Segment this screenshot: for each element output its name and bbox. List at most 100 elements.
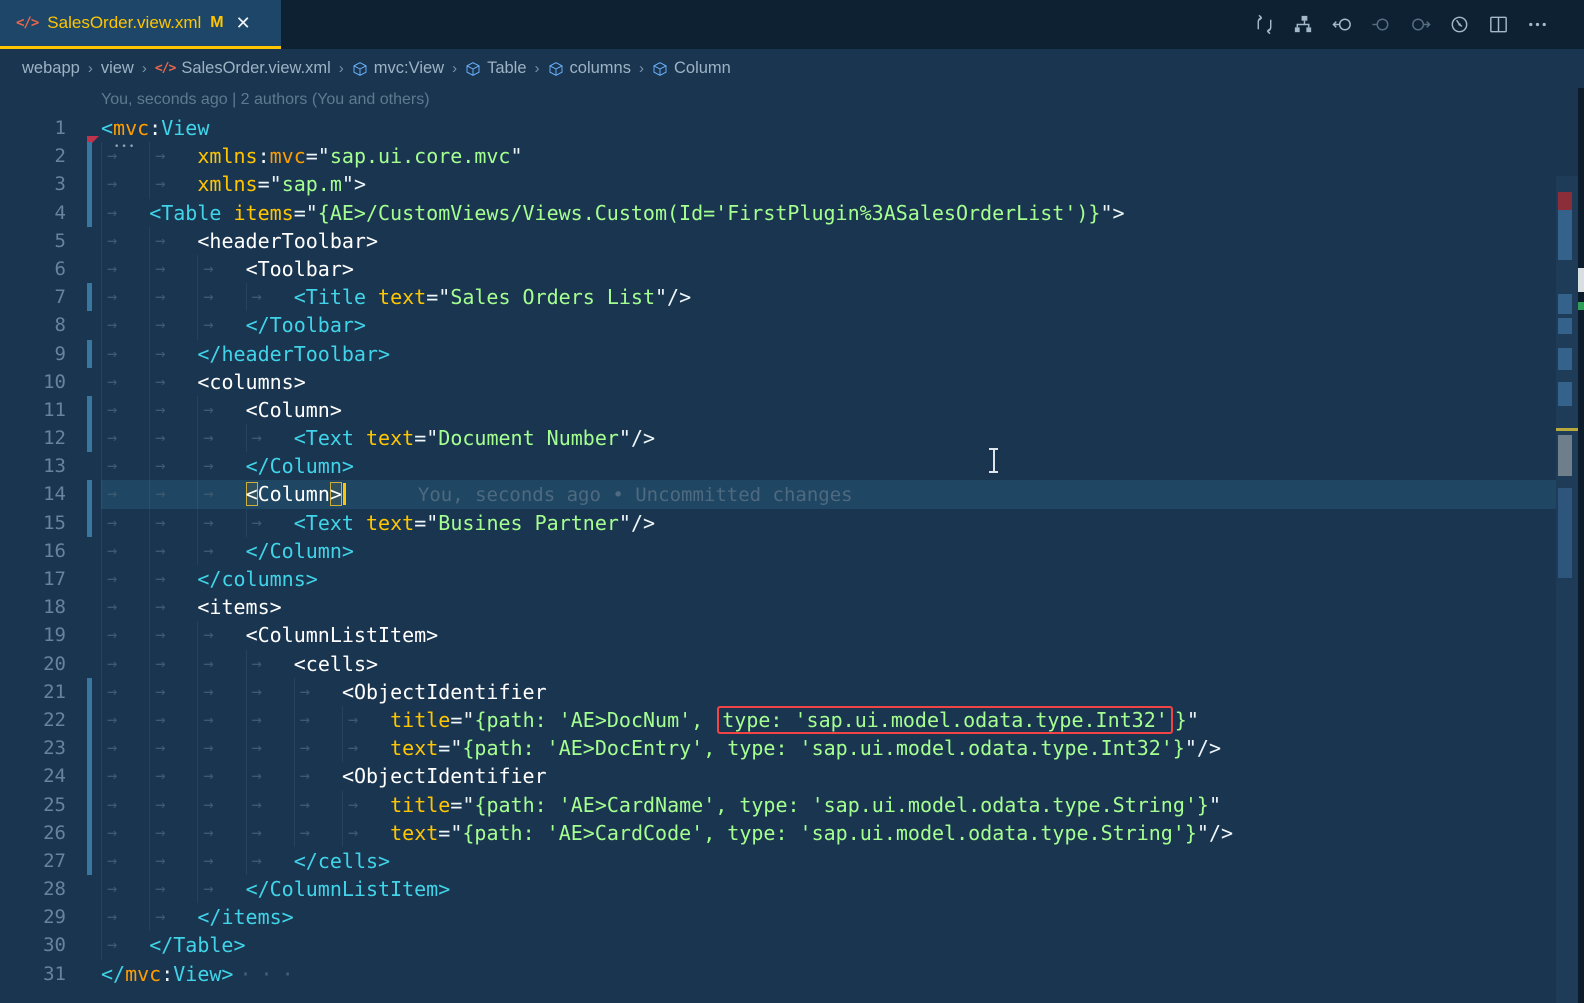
scrollbar-overview-ruler[interactable] <box>1556 176 1578 1003</box>
line-number[interactable]: 11 <box>43 396 66 424</box>
code-line[interactable]: 15 →→→→<Text text="Busines Partner"/> <box>0 509 1556 537</box>
line-number[interactable]: 12 <box>43 424 66 452</box>
more-actions-icon[interactable] <box>1525 12 1550 37</box>
code-content[interactable]: →→→→→<ObjectIdentifier <box>101 678 1556 706</box>
code-line[interactable]: 17→→</columns> <box>0 565 1556 593</box>
code-content[interactable]: </mvc:View>··· <box>101 960 1556 988</box>
code-content[interactable]: →→→</Toolbar> <box>101 311 1556 339</box>
line-number[interactable]: 8 <box>55 311 66 339</box>
line-number[interactable]: 16 <box>43 537 66 565</box>
breadcrumb-item-view[interactable]: view <box>101 59 134 78</box>
previous-change-icon[interactable] <box>1330 12 1355 37</box>
code-content[interactable]: →→→→→→title="{path: 'AE>DocNum', type: '… <box>101 706 1556 734</box>
code-line[interactable]: 4 →<Table items="{AE>/CustomViews/Views.C… <box>0 199 1556 227</box>
code-line[interactable]: 10→→<columns> <box>0 368 1556 396</box>
line-number[interactable]: 22 <box>43 706 66 734</box>
breadcrumb-item-table[interactable]: Table <box>465 59 526 78</box>
code-content[interactable]: →→→→→→text="{path: 'AE>DocEntry', type: … <box>101 734 1556 762</box>
code-line[interactable]: 13 →→→</Column> <box>0 452 1556 480</box>
line-number[interactable]: 28 <box>43 875 66 903</box>
commit-graph-icon[interactable] <box>1291 12 1316 37</box>
breadcrumb-item-columns[interactable]: columns <box>548 59 631 78</box>
file-history-icon[interactable] <box>1447 12 1472 37</box>
code-line[interactable]: 1 <mvc:View••• <box>0 114 1556 142</box>
code-content[interactable]: →→→</ColumnListItem> <box>101 875 1556 903</box>
codelens-blame[interactable]: You, seconds ago | 2 authors (You and ot… <box>101 91 430 109</box>
code-content[interactable]: →→→<ColumnListItem> <box>101 621 1556 649</box>
line-number[interactable]: 15 <box>43 509 66 537</box>
code-content[interactable]: →→→→<cells> <box>101 650 1556 678</box>
line-number[interactable]: 31 <box>43 960 66 988</box>
line-number[interactable]: 19 <box>43 621 66 649</box>
code-content[interactable]: →→→<Toolbar> <box>101 255 1556 283</box>
code-line[interactable]: 27 →→→→</cells> <box>0 847 1556 875</box>
code-line[interactable]: 21 →→→→→<ObjectIdentifier <box>0 678 1556 706</box>
line-number[interactable]: 14 <box>43 480 66 508</box>
code-line[interactable]: 23 →→→→→→text="{path: 'AE>DocEntry', type… <box>0 734 1556 762</box>
line-number[interactable]: 30 <box>43 931 66 959</box>
code-line[interactable]: 11 →→→<Column> <box>0 396 1556 424</box>
code-line[interactable]: 6 →→→<Toolbar> <box>0 255 1556 283</box>
code-line[interactable]: 19 →→→<ColumnListItem> <box>0 621 1556 649</box>
line-number[interactable]: 23 <box>43 734 66 762</box>
code-line[interactable]: 5 →→<headerToolbar> <box>0 227 1556 255</box>
code-line[interactable]: 8 →→→</Toolbar> <box>0 311 1556 339</box>
code-line[interactable]: 7 →→→→<Title text="Sales Orders List"/> <box>0 283 1556 311</box>
git-compare-icon[interactable] <box>1252 12 1277 37</box>
code-content[interactable]: →→<items> <box>101 593 1556 621</box>
code-content[interactable]: →→<columns> <box>101 368 1556 396</box>
scrollbar-thumb[interactable] <box>1558 435 1572 476</box>
code-content[interactable]: →→→<Column> <box>101 396 1556 424</box>
line-number[interactable]: 27 <box>43 847 66 875</box>
code-line[interactable]: 20→→→→<cells> <box>0 650 1556 678</box>
code-content[interactable]: →<Table items="{AE>/CustomViews/Views.Cu… <box>101 199 1556 227</box>
line-number[interactable]: 1 <box>55 114 66 142</box>
code-content[interactable]: →→→→→<ObjectIdentifier <box>101 762 1556 790</box>
code-line[interactable]: 14 →→→<Column>You, seconds ago • Uncommit… <box>0 480 1556 508</box>
code-line[interactable]: 25 →→→→→→title="{path: 'AE>CardName', typ… <box>0 791 1556 819</box>
line-number[interactable]: 2 <box>55 142 66 170</box>
close-icon[interactable]: ✕ <box>236 14 251 32</box>
code-line[interactable]: 29→→</items> <box>0 903 1556 931</box>
line-number[interactable]: 3 <box>55 170 66 198</box>
line-number[interactable]: 7 <box>55 283 66 311</box>
code-content[interactable]: →→xmlns:mvc="sap.ui.core.mvc" <box>101 142 1556 170</box>
line-number[interactable]: 25 <box>43 791 66 819</box>
code-content[interactable]: →→→<Column>You, seconds ago • Uncommitte… <box>101 480 1556 508</box>
code-content[interactable]: →→→</Column> <box>101 452 1556 480</box>
code-content[interactable]: →→→→→→title="{path: 'AE>CardName', type:… <box>101 791 1556 819</box>
code-content[interactable]: →→</headerToolbar> <box>101 340 1556 368</box>
code-line[interactable]: 31 </mvc:View>··· <box>0 960 1556 988</box>
code-line[interactable]: 9 →→</headerToolbar> <box>0 340 1556 368</box>
line-number[interactable]: 21 <box>43 678 66 706</box>
line-number[interactable]: 4 <box>55 199 66 227</box>
tab-salesorder-view-xml[interactable]: </> SalesOrder.view.xml M ✕ <box>0 0 281 49</box>
line-number[interactable]: 29 <box>43 903 66 931</box>
code-content[interactable]: →</Table> <box>101 931 1556 959</box>
line-number[interactable]: 24 <box>43 762 66 790</box>
open-change-icon[interactable] <box>1369 12 1394 37</box>
code-line[interactable]: 16 →→→</Column> <box>0 537 1556 565</box>
code-line[interactable]: 28 →→→</ColumnListItem> <box>0 875 1556 903</box>
line-number[interactable]: 9 <box>55 340 66 368</box>
code-line[interactable]: 12→→→→<Text text="Document Number"/> <box>0 424 1556 452</box>
code-content[interactable]: →→→→</cells> <box>101 847 1556 875</box>
breadcrumb-item-file[interactable]: </> SalesOrder.view.xml <box>155 59 331 78</box>
code-content[interactable]: →→→</Column> <box>101 537 1556 565</box>
breadcrumb-item-column[interactable]: Column <box>652 59 731 78</box>
split-editor-icon[interactable] <box>1486 12 1511 37</box>
code-content[interactable]: <mvc:View••• <box>101 114 1556 142</box>
code-content[interactable]: →→→→<Title text="Sales Orders List"/> <box>101 283 1556 311</box>
code-line[interactable]: 3 →→xmlns="sap.m"> <box>0 170 1556 198</box>
code-content[interactable]: →→→→→→text="{path: 'AE>CardCode', type: … <box>101 819 1556 847</box>
code-content[interactable]: →→<headerToolbar> <box>101 227 1556 255</box>
line-number[interactable]: 18 <box>43 593 66 621</box>
line-number[interactable]: 5 <box>55 227 66 255</box>
line-number[interactable]: 6 <box>55 255 66 283</box>
code-content[interactable]: →→</columns> <box>101 565 1556 593</box>
code-line[interactable]: 26→→→→→→text="{path: 'AE>CardCode', type… <box>0 819 1556 847</box>
code-line[interactable]: 18 →→<items> <box>0 593 1556 621</box>
line-number[interactable]: 13 <box>43 452 66 480</box>
code-content[interactable]: →→xmlns="sap.m"> <box>101 170 1556 198</box>
code-content[interactable]: →→→→<Text text="Busines Partner"/> <box>101 509 1556 537</box>
